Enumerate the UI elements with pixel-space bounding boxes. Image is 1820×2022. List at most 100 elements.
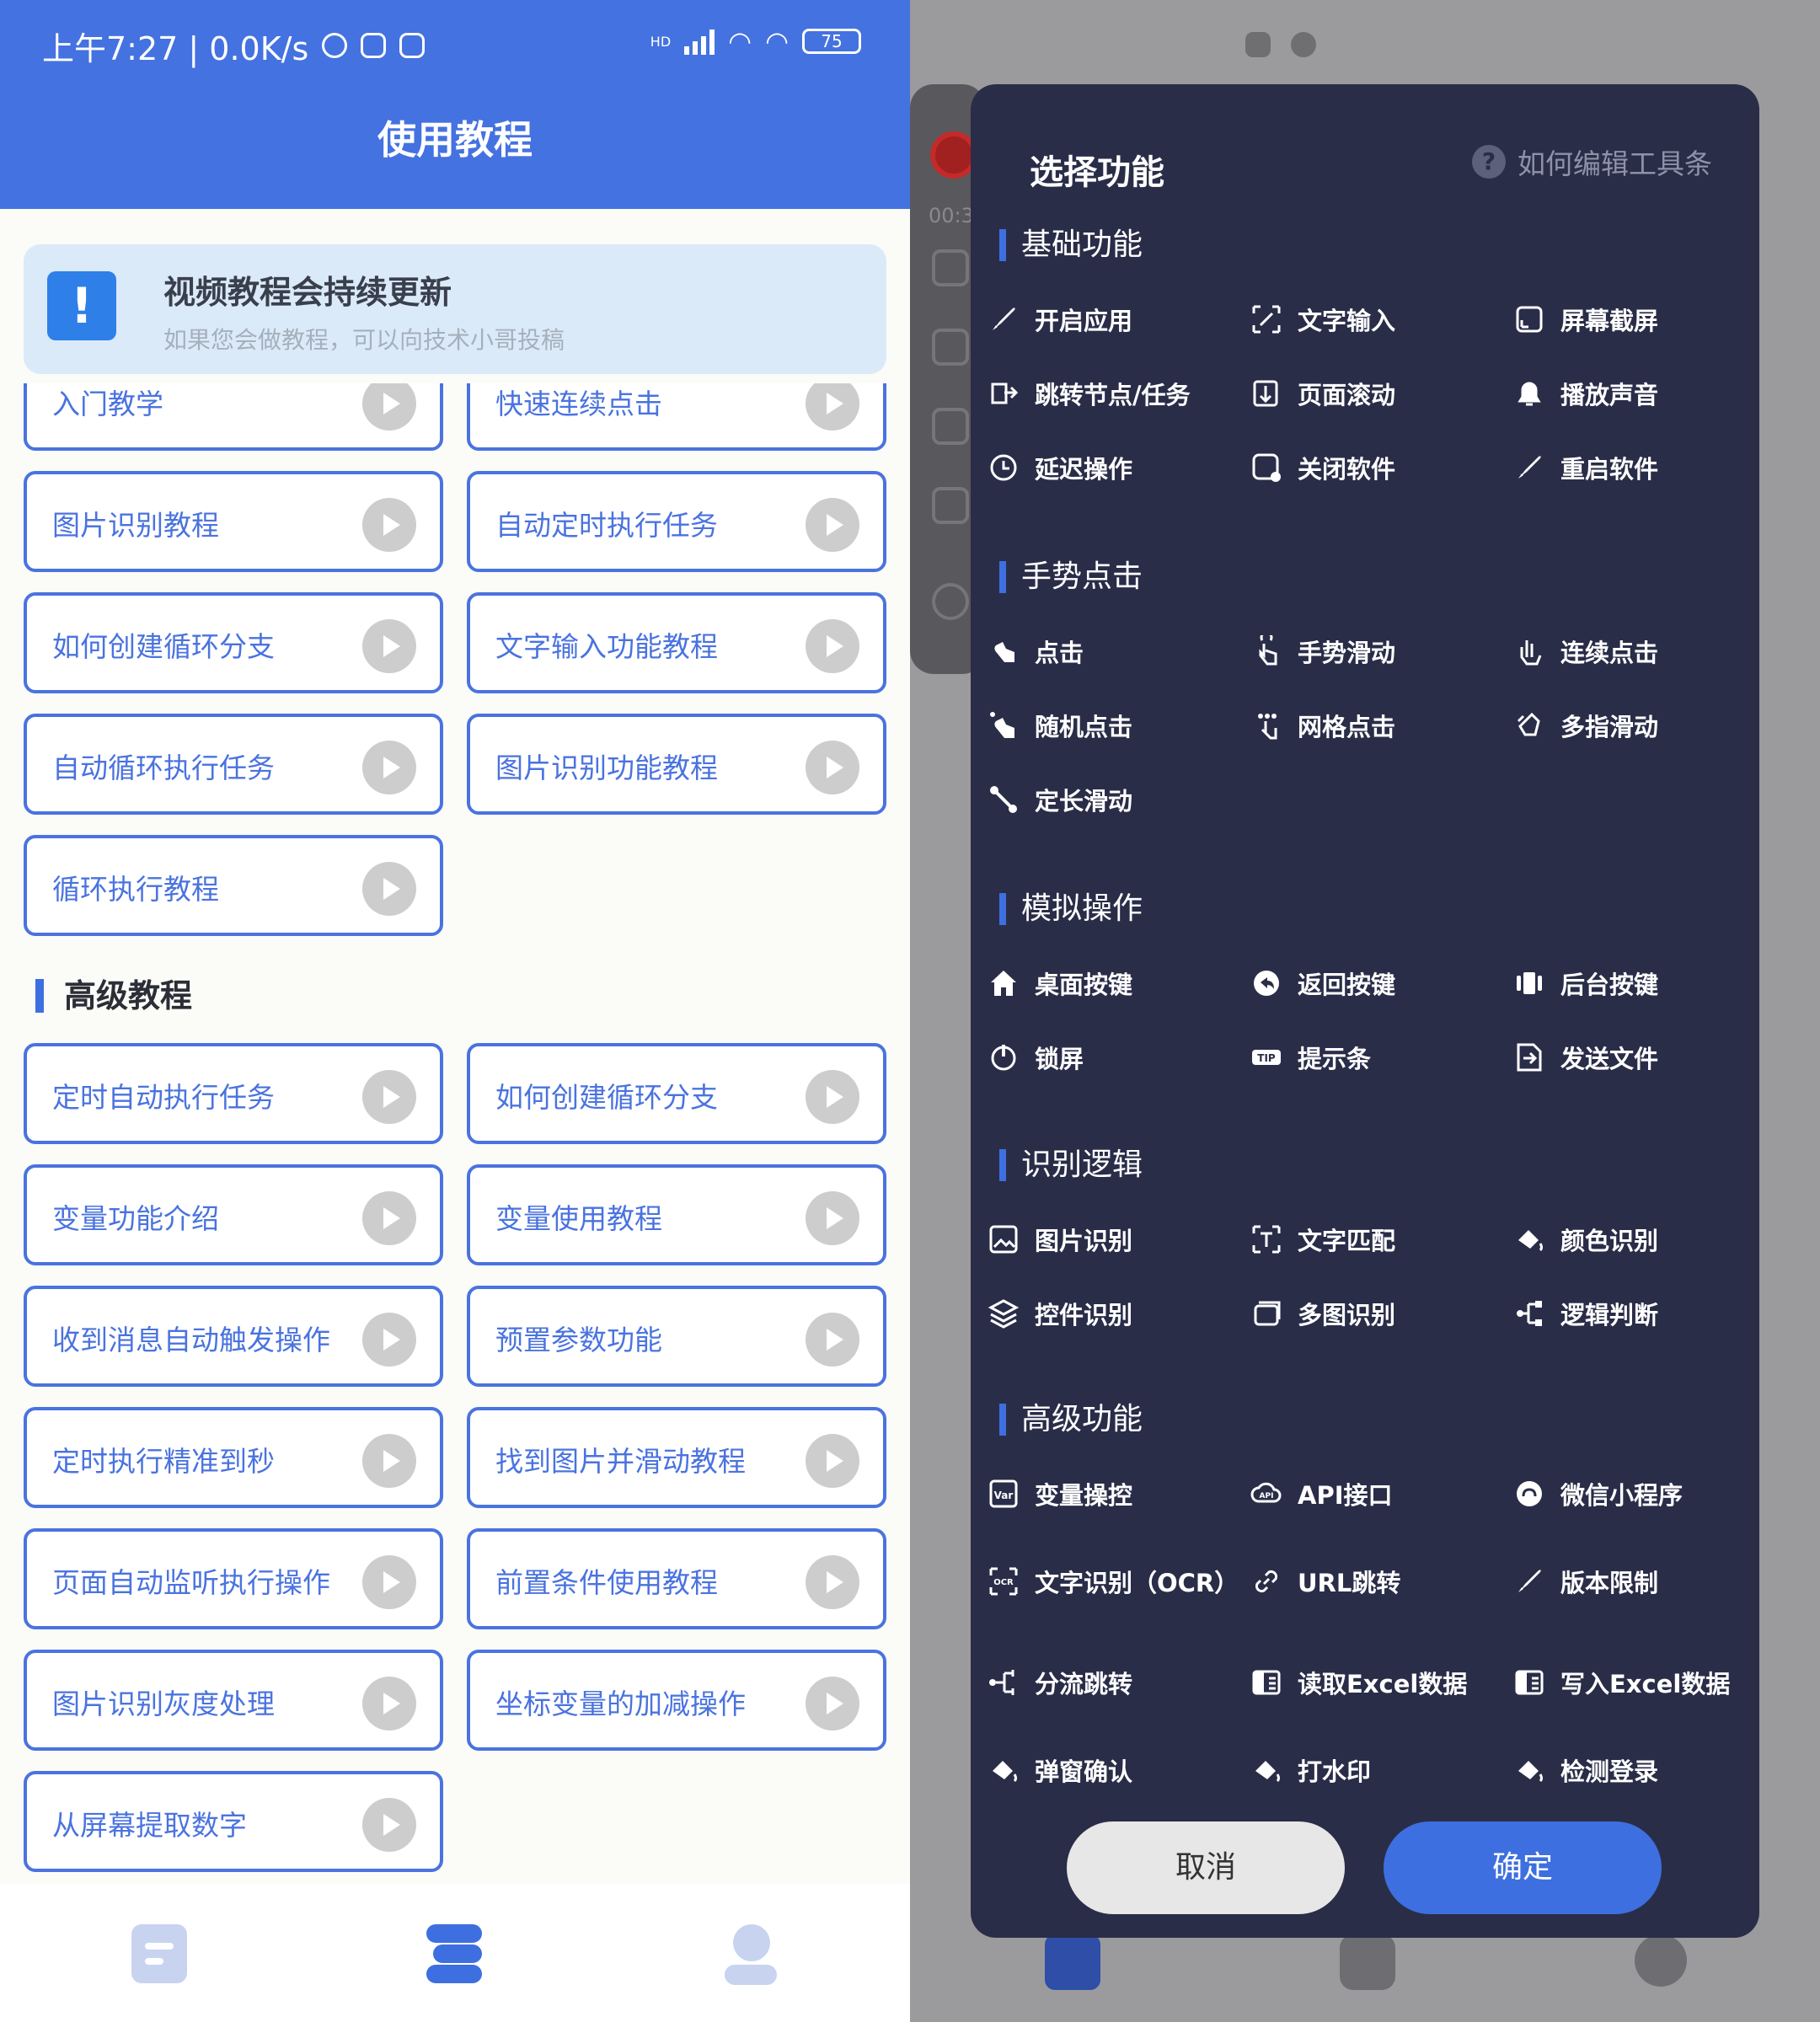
function-item[interactable]: TIP 提示条: [1250, 1040, 1503, 1075]
advanced-tutorial-card[interactable]: 图片识别灰度处理: [24, 1650, 443, 1751]
function-item[interactable]: 跳转节点/任务: [988, 376, 1240, 411]
function-item[interactable]: 屏幕截屏: [1513, 302, 1766, 337]
play-icon[interactable]: [362, 1434, 416, 1488]
play-icon[interactable]: [806, 1070, 859, 1124]
function-item[interactable]: 关闭软件: [1250, 450, 1503, 485]
play-icon[interactable]: [362, 1070, 416, 1124]
function-item[interactable]: 多图识别: [1250, 1296, 1503, 1331]
function-item[interactable]: 弹窗确认: [988, 1752, 1240, 1788]
play-icon[interactable]: [806, 1434, 859, 1488]
hd-label: HD: [650, 33, 672, 50]
advanced-tutorial-card[interactable]: 页面自动监听执行操作: [24, 1528, 443, 1629]
function-item[interactable]: 读取Excel数据: [1250, 1665, 1503, 1700]
function-item[interactable]: 后台按键: [1513, 966, 1766, 1001]
function-label: URL跳转: [1298, 1569, 1401, 1597]
advanced-tutorial-card[interactable]: 定时执行精准到秒: [24, 1407, 443, 1508]
advanced-tutorial-card[interactable]: 从屏幕提取数字: [24, 1771, 443, 1872]
more-icon[interactable]: [932, 583, 969, 620]
play-icon[interactable]: [806, 619, 859, 673]
basic-tutorial-card[interactable]: 文字输入功能教程: [467, 592, 886, 693]
function-item[interactable]: 控件识别: [988, 1296, 1240, 1331]
play-icon[interactable]: [806, 1191, 859, 1245]
function-item[interactable]: 网格点击: [1250, 708, 1503, 743]
play-icon[interactable]: [362, 619, 416, 673]
function-item[interactable]: 定长滑动: [988, 782, 1240, 817]
advanced-tutorial-card[interactable]: 收到消息自动触发操作: [24, 1286, 443, 1387]
function-item[interactable]: API API接口: [1250, 1476, 1503, 1511]
function-item[interactable]: 颜色识别: [1513, 1222, 1766, 1257]
play-icon[interactable]: [362, 741, 416, 794]
basic-tutorial-card[interactable]: 快速连续点击: [467, 383, 886, 451]
function-label: 后台按键: [1560, 971, 1659, 999]
advanced-tutorial-card[interactable]: 找到图片并滑动教程: [467, 1407, 886, 1508]
function-item[interactable]: 逻辑判断: [1513, 1296, 1766, 1331]
function-item[interactable]: 锁屏: [988, 1040, 1240, 1075]
play-icon[interactable]: [362, 1677, 416, 1730]
play-icon[interactable]: [362, 498, 416, 552]
function-item[interactable]: 重启软件: [1513, 450, 1766, 485]
basic-tutorial-card[interactable]: 循环执行教程: [24, 835, 443, 936]
function-item[interactable]: 桌面按键: [988, 966, 1240, 1001]
advanced-tutorial-card[interactable]: 预置参数功能: [467, 1286, 886, 1387]
function-item[interactable]: 连续点击: [1513, 634, 1766, 669]
function-item[interactable]: OCR 文字识别（OCR）: [988, 1564, 1240, 1599]
advanced-tutorial-card[interactable]: 前置条件使用教程: [467, 1528, 886, 1629]
advanced-tutorial-card[interactable]: 变量使用教程: [467, 1164, 886, 1265]
function-item[interactable]: 发送文件: [1513, 1040, 1766, 1075]
confirm-button[interactable]: 确定: [1384, 1821, 1662, 1914]
function-item[interactable]: 打水印: [1250, 1752, 1503, 1788]
play-icon[interactable]: [806, 1555, 859, 1609]
basic-tutorial-card[interactable]: 自动定时执行任务: [467, 471, 886, 572]
function-item[interactable]: URL跳转: [1250, 1564, 1503, 1599]
function-label: 屏幕截屏: [1560, 307, 1659, 335]
advanced-tutorial-card[interactable]: 定时自动执行任务: [24, 1043, 443, 1144]
layers-icon[interactable]: [932, 487, 969, 524]
basic-tutorial-card[interactable]: 图片识别教程: [24, 471, 443, 572]
advanced-tutorial-card[interactable]: 变量功能介绍: [24, 1164, 443, 1265]
basic-tutorial-card[interactable]: 入门教学: [24, 383, 443, 451]
cancel-button[interactable]: 取消: [1067, 1821, 1345, 1914]
play-icon[interactable]: [806, 1677, 859, 1730]
play-icon[interactable]: [362, 383, 416, 431]
play-icon[interactable]: [362, 1555, 416, 1609]
nav-document-icon[interactable]: [131, 1924, 187, 1983]
text-icon[interactable]: [932, 329, 969, 366]
function-item[interactable]: 开启应用: [988, 302, 1240, 337]
function-item[interactable]: 微信小程序: [1513, 1476, 1766, 1511]
function-item[interactable]: 图片识别: [988, 1222, 1240, 1257]
play-icon[interactable]: [806, 383, 859, 431]
function-item[interactable]: 随机点击: [988, 708, 1240, 743]
function-item[interactable]: 写入Excel数据: [1513, 1665, 1766, 1700]
play-icon[interactable]: [362, 1313, 416, 1367]
nav-profile-icon[interactable]: [723, 1924, 779, 1985]
function-item[interactable]: 分流跳转: [988, 1665, 1240, 1700]
play-icon[interactable]: [362, 1191, 416, 1245]
play-icon[interactable]: [806, 1313, 859, 1367]
advanced-tutorial-card[interactable]: 坐标变量的加减操作: [467, 1650, 886, 1751]
function-item[interactable]: 播放声音: [1513, 376, 1766, 411]
scan-icon[interactable]: [932, 408, 969, 445]
play-icon[interactable]: [806, 498, 859, 552]
play-icon[interactable]: [362, 1798, 416, 1852]
function-item[interactable]: 点击: [988, 634, 1240, 669]
function-item[interactable]: 多指滑动: [1513, 708, 1766, 743]
basic-tutorial-card[interactable]: 自动循环执行任务: [24, 714, 443, 815]
basic-tutorial-card[interactable]: 图片识别功能教程: [467, 714, 886, 815]
function-item[interactable]: 文字输入: [1250, 302, 1503, 337]
function-item[interactable]: 检测登录: [1513, 1752, 1766, 1788]
function-item[interactable]: 延迟操作: [988, 450, 1240, 485]
function-item[interactable]: 手势滑动: [1250, 634, 1503, 669]
function-item[interactable]: Var 变量操控: [988, 1476, 1240, 1511]
function-item[interactable]: 版本限制: [1513, 1564, 1766, 1599]
play-icon[interactable]: [806, 741, 859, 794]
advanced-tutorial-card[interactable]: 如何创建循环分支: [467, 1043, 886, 1144]
nav-tutorial-icon[interactable]: [426, 1924, 482, 1983]
function-item[interactable]: 返回按键: [1250, 966, 1503, 1001]
image-icon[interactable]: [932, 249, 969, 286]
tutorial-card-label: 入门教学: [52, 388, 163, 420]
basic-tutorial-card[interactable]: 如何创建循环分支: [24, 592, 443, 693]
function-item[interactable]: 文字匹配: [1250, 1222, 1503, 1257]
play-icon[interactable]: [362, 862, 416, 916]
function-item[interactable]: 页面滚动: [1250, 376, 1503, 411]
edit-toolbar-help-link[interactable]: ? 如何编辑工具条: [1472, 142, 1712, 182]
